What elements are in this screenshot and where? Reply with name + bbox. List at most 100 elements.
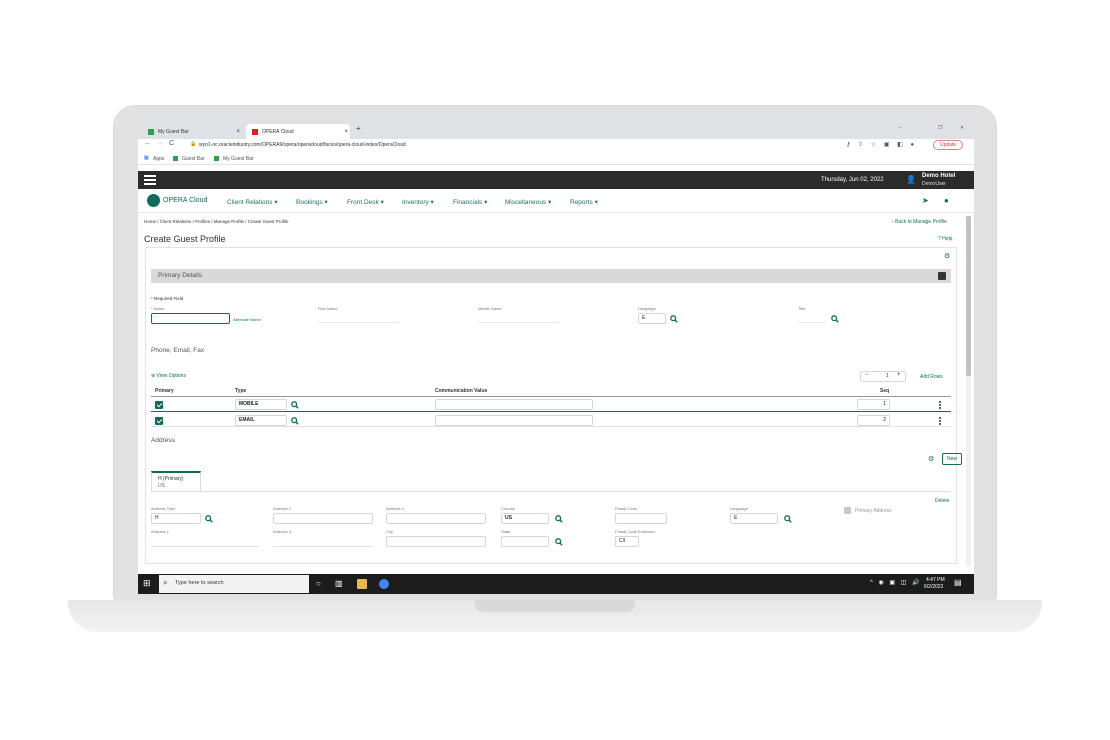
primary-address-checkbox[interactable] [844, 507, 851, 514]
close-tab-icon[interactable]: × [236, 129, 240, 135]
browser-tab-guest-bar[interactable]: My Guest Bar × [142, 124, 242, 140]
nav-bookings[interactable]: Bookings ▾ [296, 198, 328, 206]
maximize-window-button[interactable]: ❐ [938, 125, 942, 131]
help-link[interactable]: ? Help [938, 236, 952, 242]
extensions-icons[interactable]: ⚷ ⇪ ☆ ▣ ◧ ● [846, 141, 917, 148]
postal-code-input[interactable] [615, 513, 667, 524]
update-button[interactable]: Update [933, 140, 964, 150]
minimize-window-button[interactable]: – [898, 125, 901, 131]
delete-address-link[interactable]: Delete [935, 498, 949, 504]
taskbar-date: 6/2/2022 [924, 584, 944, 590]
view-options-link[interactable]: ⊕ View Options [151, 373, 186, 379]
system-tray-icons[interactable]: ^ ◉ ▣ ◫ 🔊 [870, 579, 922, 586]
middle-name-input[interactable] [478, 322, 558, 323]
address-language-search-icon[interactable] [784, 515, 792, 523]
back-to-manage-profile-link[interactable]: ‹ Back to Manage Profile [892, 219, 947, 225]
language-input[interactable]: E [638, 313, 666, 324]
notification-icon[interactable]: ▤ [954, 578, 962, 587]
address-settings-icon[interactable]: ⚙ [928, 455, 934, 463]
taskbar-search-box[interactable]: ⌕ Type here to search [159, 575, 309, 593]
country-input[interactable]: US [501, 513, 549, 524]
address-type-input[interactable]: H [151, 513, 201, 524]
rows-stepper[interactable]: − 1 + [860, 371, 906, 382]
seq-input[interactable]: 2 [857, 415, 890, 426]
communication-value-input[interactable] [435, 415, 593, 426]
apps-grid-icon[interactable]: ▦ [144, 155, 149, 161]
alternate-name-link[interactable]: Alternate Name [233, 317, 261, 322]
close-window-button[interactable]: ✕ [960, 125, 964, 131]
decrement-icon[interactable]: − [865, 372, 869, 378]
forward-arrow-icon[interactable]: → [156, 140, 163, 147]
type-search-icon[interactable] [291, 417, 299, 425]
address-2-label: Address 2 [273, 506, 292, 511]
chrome-icon[interactable] [379, 579, 389, 589]
address-4-label: Address 4 [386, 506, 405, 511]
address-2-input[interactable] [273, 513, 373, 524]
back-arrow-icon[interactable]: ← [144, 140, 151, 147]
first-name-input[interactable] [318, 322, 398, 323]
address-3-input[interactable] [273, 546, 373, 547]
row-actions-icon[interactable] [939, 417, 941, 426]
nav-inventory[interactable]: Inventory ▾ [402, 198, 434, 206]
seq-input[interactable]: 1 [857, 399, 890, 410]
new-address-button[interactable]: New [942, 453, 962, 465]
bookmark-guest-bar[interactable]: Guest Bar [182, 156, 205, 162]
city-input[interactable] [386, 536, 486, 547]
url-bar[interactable]: wyn1-oc.oracleindustry.com/OPERA9/opera/… [199, 142, 406, 148]
address-1-input[interactable] [151, 546, 259, 547]
nav-front-desk[interactable]: Front Desk ▾ [347, 198, 384, 206]
state-search-icon[interactable] [555, 538, 563, 546]
address-language-input[interactable]: E [730, 513, 778, 524]
type-search-icon[interactable] [291, 401, 299, 409]
primary-checkbox[interactable] [155, 401, 163, 409]
close-tab-icon[interactable]: × [344, 129, 348, 135]
breadcrumb[interactable]: Home / Client Relations / Profiles / Man… [144, 219, 289, 224]
language-search-icon[interactable] [670, 315, 678, 323]
task-view-icon[interactable]: ○ [316, 579, 326, 589]
address-tab-rule [151, 491, 951, 492]
address-tab[interactable]: H (Primary) US [151, 471, 201, 491]
address-type-search-icon[interactable] [205, 515, 213, 523]
page-scrollbar[interactable] [966, 216, 971, 566]
nav-reports[interactable]: Reports ▾ [570, 198, 598, 206]
nav-client-relations[interactable]: Client Relations ▾ [227, 198, 278, 206]
postal-code-extension-input[interactable]: C/I [615, 536, 639, 547]
collapse-icon[interactable] [938, 272, 946, 280]
chat-icon[interactable]: ● [944, 196, 949, 205]
browser-tab-label: My Guest Bar [158, 129, 189, 135]
seq-value: 1 [883, 401, 886, 407]
title-input[interactable] [798, 322, 826, 323]
reload-icon[interactable]: C [169, 140, 174, 147]
new-tab-button[interactable]: + [356, 124, 361, 133]
communication-value-input[interactable] [435, 399, 593, 410]
user-icon[interactable]: 👤 [906, 175, 916, 184]
hamburger-menu-icon[interactable] [144, 175, 156, 185]
address-4-input[interactable] [386, 513, 486, 524]
primary-checkbox[interactable] [155, 417, 163, 425]
title-search-icon[interactable] [831, 315, 839, 323]
brand-name[interactable]: OPERA Cloud [163, 197, 207, 204]
header-hotel[interactable]: Demo Hotel [922, 173, 955, 179]
scrollbar-thumb[interactable] [966, 216, 971, 376]
country-search-icon[interactable] [555, 515, 563, 523]
state-input[interactable] [501, 536, 549, 547]
add-rows-button[interactable]: Add Rows [920, 374, 943, 380]
row-actions-icon[interactable] [939, 401, 941, 410]
name-input[interactable] [151, 313, 230, 324]
lock-icon: 🔒 [190, 141, 197, 147]
nav-financials[interactable]: Financials ▾ [453, 198, 487, 206]
file-explorer-icon[interactable] [357, 579, 367, 589]
browser-tab-opera-cloud[interactable]: OPERA Cloud × [246, 124, 350, 140]
windows-start-icon[interactable]: ⊞ [143, 578, 151, 589]
settings-gear-icon[interactable]: ⚙ [944, 252, 950, 260]
nav-miscellaneous[interactable]: Miscellaneous ▾ [505, 198, 551, 206]
help-label: Help [942, 236, 953, 242]
type-input[interactable]: EMAIL [235, 415, 287, 426]
bookmark-apps[interactable]: Apps [153, 156, 164, 162]
increment-icon[interactable]: + [897, 372, 901, 378]
rocket-icon[interactable]: ➤ [922, 196, 929, 205]
type-input[interactable]: MOBILE [235, 399, 287, 410]
bookmark-my-guest-bar[interactable]: My Guest Bar [223, 156, 254, 162]
primary-details-header[interactable] [151, 269, 951, 283]
taskbar-app-icon[interactable]: ▥ [335, 579, 345, 589]
